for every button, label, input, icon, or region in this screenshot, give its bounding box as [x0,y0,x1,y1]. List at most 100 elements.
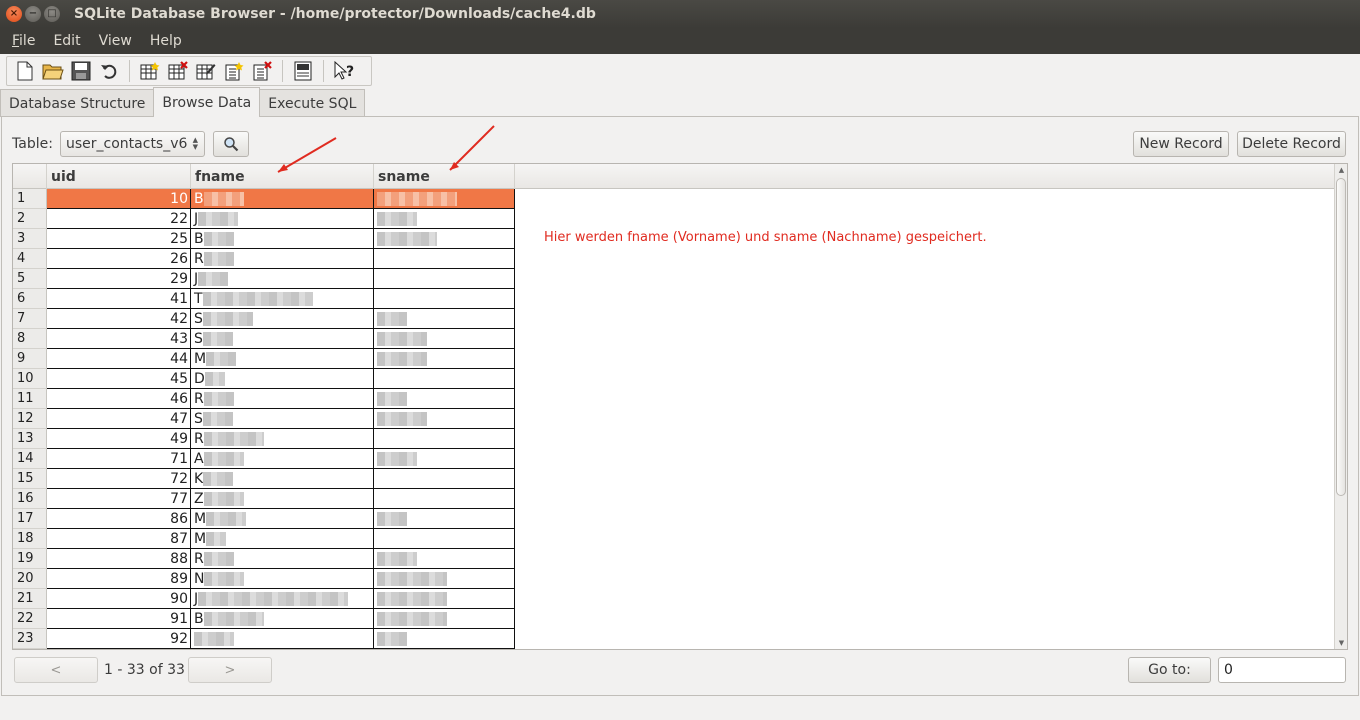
table-row[interactable]: 10 45 D [13,369,515,389]
table-row[interactable]: 4 26 R [13,249,515,269]
row-number[interactable]: 6 [13,289,47,309]
cell-fname[interactable]: R [191,429,374,449]
window-minimize-button[interactable]: − [25,6,41,22]
cell-uid[interactable]: 26 [47,249,191,269]
table-row[interactable]: 16 77 Z [13,489,515,509]
cell-sname[interactable] [374,509,515,529]
cell-uid[interactable]: 71 [47,449,191,469]
cell-sname[interactable] [374,309,515,329]
table-row[interactable]: 18 87 M [13,529,515,549]
cell-fname[interactable]: T [191,289,374,309]
create-index-icon[interactable] [223,60,245,82]
new-database-icon[interactable] [14,60,36,82]
goto-input[interactable]: 0 [1218,657,1346,683]
cell-uid[interactable]: 45 [47,369,191,389]
cell-fname[interactable]: B [191,609,374,629]
delete-table-icon[interactable] [167,60,189,82]
cell-uid[interactable]: 49 [47,429,191,449]
row-number[interactable]: 16 [13,489,47,509]
cell-fname[interactable]: N [191,569,374,589]
cell-fname[interactable]: B [191,229,374,249]
cell-fname[interactable]: J [191,209,374,229]
cell-uid[interactable]: 42 [47,309,191,329]
cell-uid[interactable]: 92 [47,629,191,649]
cell-sname[interactable] [374,229,515,249]
row-number[interactable]: 9 [13,349,47,369]
cell-sname[interactable] [374,349,515,369]
cell-sname[interactable] [374,209,515,229]
row-number[interactable]: 15 [13,469,47,489]
menu-view[interactable]: View [91,33,140,49]
table-select[interactable]: user_contacts_v6 ▲ ▼ [60,131,205,157]
table-row[interactable]: 20 89 N [13,569,515,589]
cell-sname[interactable] [374,369,515,389]
cell-uid[interactable]: 44 [47,349,191,369]
cell-uid[interactable]: 22 [47,209,191,229]
next-page-button[interactable]: > [188,657,272,683]
row-number[interactable]: 21 [13,589,47,609]
cell-uid[interactable]: 10 [47,189,191,209]
cell-uid[interactable]: 25 [47,229,191,249]
window-close-button[interactable]: × [6,6,22,22]
cell-fname[interactable]: J [191,589,374,609]
cell-sname[interactable] [374,249,515,269]
cell-fname[interactable]: R [191,389,374,409]
cell-sname[interactable] [374,549,515,569]
new-record-button[interactable]: New Record [1133,131,1229,157]
cell-sname[interactable] [374,409,515,429]
cell-fname[interactable]: B [191,189,374,209]
cell-sname[interactable] [374,329,515,349]
row-number[interactable]: 19 [13,549,47,569]
row-number[interactable]: 2 [13,209,47,229]
scrollbar-thumb[interactable] [1336,178,1346,496]
delete-record-button[interactable]: Delete Record [1237,131,1346,157]
table-row[interactable]: 22 91 B [13,609,515,629]
tab-database-structure[interactable]: Database Structure [0,89,155,117]
cell-fname[interactable] [191,629,374,649]
cell-sname[interactable] [374,529,515,549]
cell-fname[interactable]: R [191,549,374,569]
row-number[interactable]: 4 [13,249,47,269]
menu-help[interactable]: Help [142,33,190,49]
table-row[interactable]: 5 29 J [13,269,515,289]
cell-fname[interactable]: A [191,449,374,469]
table-row[interactable]: 3 25 B [13,229,515,249]
cell-fname[interactable]: S [191,329,374,349]
cell-fname[interactable]: M [191,509,374,529]
revert-changes-icon[interactable] [98,60,120,82]
cell-sname[interactable] [374,269,515,289]
column-header-uid[interactable]: uid [47,164,191,189]
cell-uid[interactable]: 29 [47,269,191,289]
cell-sname[interactable] [374,609,515,629]
table-row[interactable]: 9 44 M [13,349,515,369]
cell-sname[interactable] [374,189,515,209]
cell-uid[interactable]: 90 [47,589,191,609]
cell-fname[interactable]: M [191,349,374,369]
row-number[interactable]: 23 [13,629,47,649]
cell-uid[interactable]: 89 [47,569,191,589]
table-row[interactable]: 1 10 B [13,189,515,209]
cell-fname[interactable]: S [191,309,374,329]
row-number[interactable]: 5 [13,269,47,289]
menu-edit[interactable]: Edit [45,33,88,49]
cell-sname[interactable] [374,449,515,469]
cell-uid[interactable]: 46 [47,389,191,409]
row-number[interactable]: 22 [13,609,47,629]
cell-sname[interactable] [374,469,515,489]
table-row[interactable]: 15 72 K [13,469,515,489]
cell-fname[interactable]: S [191,409,374,429]
search-button[interactable] [213,131,249,157]
create-table-icon[interactable] [139,60,161,82]
table-row[interactable]: 21 90 J [13,589,515,609]
cell-uid[interactable]: 72 [47,469,191,489]
table-row[interactable]: 7 42 S [13,309,515,329]
cell-uid[interactable]: 77 [47,489,191,509]
cell-uid[interactable]: 86 [47,509,191,529]
save-database-icon[interactable] [70,60,92,82]
table-row[interactable]: 17 86 M [13,509,515,529]
row-number[interactable]: 17 [13,509,47,529]
cell-sname[interactable] [374,629,515,649]
table-row[interactable]: 19 88 R [13,549,515,569]
row-number[interactable]: 18 [13,529,47,549]
row-number[interactable]: 3 [13,229,47,249]
